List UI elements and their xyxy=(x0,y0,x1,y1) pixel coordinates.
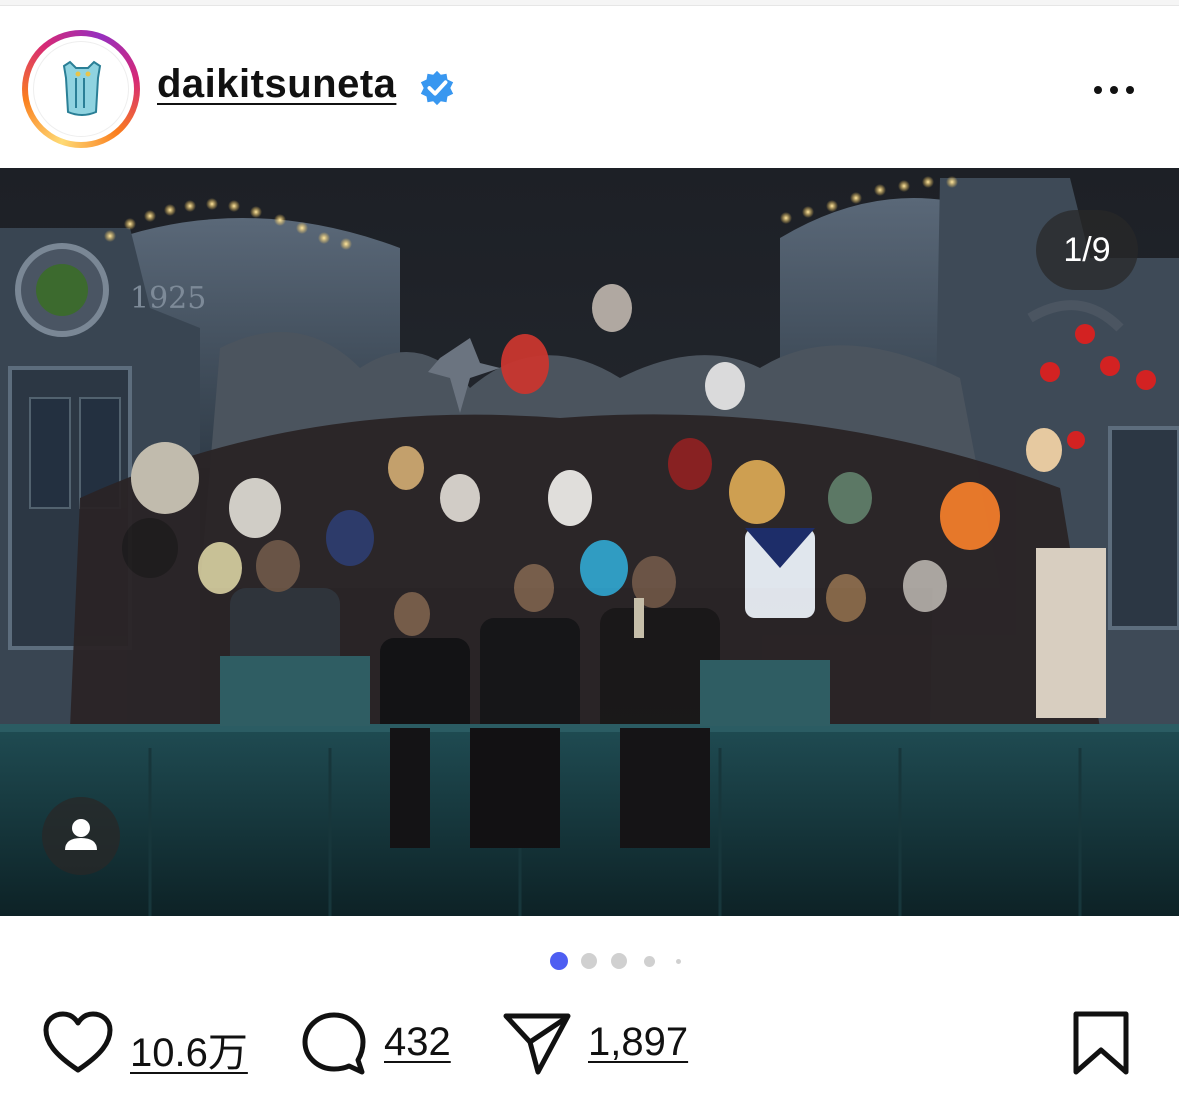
more-options-icon[interactable] xyxy=(1084,72,1144,108)
carousel-counter: 1/9 xyxy=(1036,210,1138,290)
verified-badge-icon xyxy=(420,70,454,106)
carousel-dot xyxy=(581,953,597,969)
heart-icon[interactable] xyxy=(42,1010,114,1076)
carousel-dot xyxy=(611,953,627,969)
post-actions: 10.6万 432 1,897 xyxy=(0,1000,1179,1090)
post-header: daikitsuneta xyxy=(0,6,1179,168)
user-tag-icon xyxy=(65,819,97,850)
carousel-dot-active xyxy=(550,952,568,970)
user-tag-button[interactable] xyxy=(42,797,120,875)
profile-avatar[interactable] xyxy=(22,30,140,148)
post-photo[interactable]: 1925 xyxy=(0,168,1179,916)
bookmark-icon[interactable] xyxy=(1070,1010,1132,1078)
like-count[interactable]: 10.6万 xyxy=(130,1020,248,1078)
avatar-mascot-icon xyxy=(62,60,102,116)
comment-count[interactable]: 432 xyxy=(384,1020,451,1065)
carousel-dot xyxy=(676,959,681,964)
haunted-stage-group-photo: 1925 xyxy=(0,168,1179,916)
carousel-dots xyxy=(0,950,1179,972)
svg-text:1925: 1925 xyxy=(130,281,206,316)
paper-plane-icon[interactable] xyxy=(502,1010,572,1076)
comment-bubble-icon[interactable] xyxy=(300,1010,368,1076)
share-count[interactable]: 1,897 xyxy=(588,1020,688,1065)
carousel-dot xyxy=(644,956,655,967)
username-link[interactable]: daikitsuneta xyxy=(157,62,396,107)
